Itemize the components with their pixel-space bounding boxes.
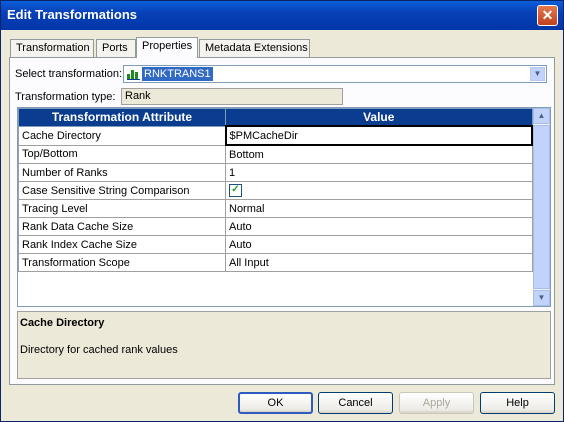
tab-properties[interactable]: Properties — [136, 37, 198, 58]
attribute-cell[interactable]: Tracing Level — [18, 199, 226, 218]
select-transformation-label: Select transformation: — [15, 68, 122, 80]
table-row[interactable]: Rank Data Cache Size Auto — [18, 217, 533, 236]
close-icon: ✕ — [541, 7, 554, 23]
apply-button[interactable]: Apply — [399, 392, 474, 414]
scroll-down-icon[interactable]: ▼ — [533, 290, 550, 306]
select-transformation-value: RNKTRANS1 — [142, 67, 213, 81]
attribute-cell[interactable]: Rank Data Cache Size — [18, 217, 226, 236]
table-row[interactable]: Rank Index Cache Size Auto — [18, 235, 533, 254]
description-box: Cache Directory Directory for cached ran… — [17, 311, 551, 379]
description-text: Directory for cached rank values — [20, 344, 178, 356]
attribute-cell[interactable]: Case Sensitive String Comparison — [18, 181, 226, 200]
table-row[interactable]: Top/Bottom Bottom — [18, 144, 533, 164]
dropdown-arrow-icon[interactable]: ▼ — [530, 67, 545, 81]
grid-scrollbar[interactable]: ▲ ▼ — [533, 108, 550, 306]
value-cell[interactable]: 1 — [225, 163, 533, 182]
help-button[interactable]: Help — [480, 392, 555, 414]
value-cell[interactable]: Bottom — [225, 144, 533, 164]
table-row[interactable]: Number of Ranks 1 — [18, 163, 533, 182]
description-title: Cache Directory — [20, 317, 105, 329]
value-cell[interactable]: All Input — [225, 253, 533, 272]
tab-ports[interactable]: Ports — [96, 39, 136, 57]
select-transformation-dropdown[interactable]: RNKTRANS1 ▼ — [123, 65, 547, 83]
edit-transformations-dialog: Edit Transformations ✕ Transformation Po… — [0, 0, 564, 422]
close-button[interactable]: ✕ — [537, 5, 558, 26]
attribute-cell[interactable]: Cache Directory — [18, 125, 226, 146]
window-title: Edit Transformations — [7, 7, 138, 22]
ok-button[interactable]: OK — [238, 392, 313, 414]
attribute-cell[interactable]: Transformation Scope — [18, 253, 226, 272]
transformation-type-value: Rank — [121, 88, 343, 105]
table-row[interactable]: Transformation Scope All Input — [18, 253, 533, 272]
attribute-cell[interactable]: Number of Ranks — [18, 163, 226, 182]
title-bar[interactable]: Edit Transformations ✕ — [1, 1, 563, 30]
tab-transformation[interactable]: Transformation — [10, 39, 94, 57]
cancel-button[interactable]: Cancel — [318, 392, 393, 414]
value-cell[interactable]: Normal — [225, 199, 533, 218]
attribute-cell[interactable]: Rank Index Cache Size — [18, 235, 226, 254]
value-cell[interactable]: ✓ — [225, 181, 533, 200]
column-header-attribute[interactable]: Transformation Attribute — [18, 108, 226, 127]
transformation-type-label: Transformation type: — [15, 91, 116, 103]
table-row[interactable]: Cache Directory $PMCacheDir — [18, 125, 533, 146]
checkbox-checked-icon[interactable]: ✓ — [229, 184, 242, 197]
attributes-grid: Transformation Attribute Value Cache Dir… — [17, 107, 551, 307]
value-cell[interactable]: $PMCacheDir — [224, 125, 533, 146]
tab-metadata-extensions[interactable]: Metadata Extensions — [199, 39, 310, 57]
column-header-value[interactable]: Value — [225, 108, 533, 127]
table-row[interactable]: Case Sensitive String Comparison ✓ — [18, 181, 533, 200]
scroll-thumb[interactable] — [533, 125, 550, 289]
attributes-table: Transformation Attribute Value Cache Dir… — [18, 108, 533, 272]
value-cell[interactable]: Auto — [225, 217, 533, 236]
table-row[interactable]: Tracing Level Normal — [18, 199, 533, 218]
attribute-cell[interactable]: Top/Bottom — [18, 144, 226, 164]
value-cell[interactable]: Auto — [225, 235, 533, 254]
scroll-up-icon[interactable]: ▲ — [533, 108, 550, 124]
rank-transformation-icon — [127, 70, 140, 80]
